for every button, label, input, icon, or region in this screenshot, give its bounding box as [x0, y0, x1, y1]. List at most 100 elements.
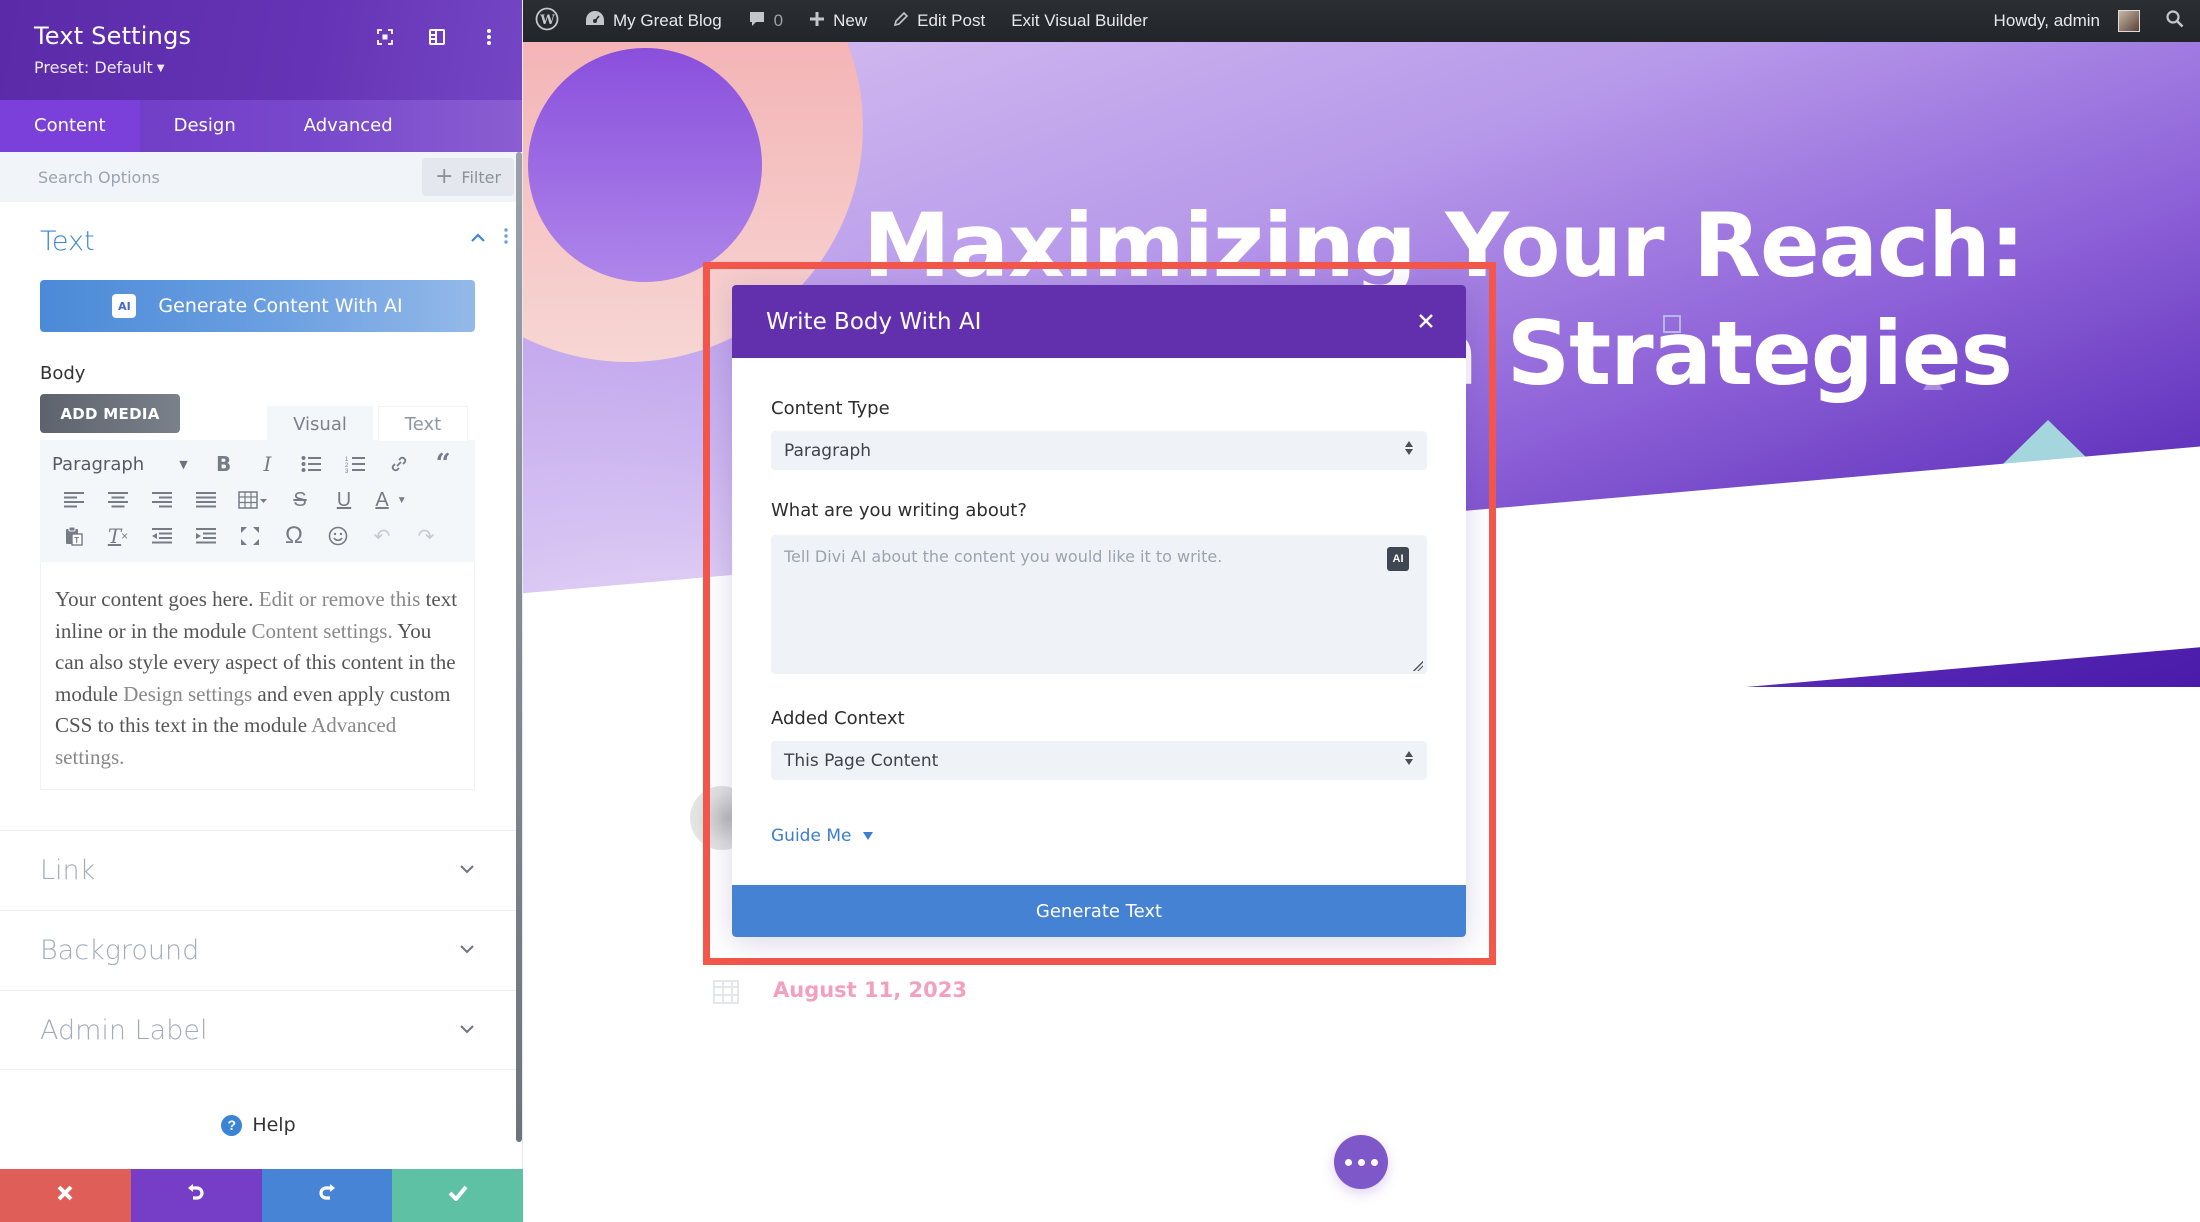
redo-icon [317, 1183, 337, 1208]
section-admin-label[interactable]: Admin Label [0, 990, 522, 1070]
caret-down-icon: ▼ [156, 63, 165, 74]
editor-text: Edit or remove this [253, 587, 421, 611]
text-section-header[interactable]: Text [40, 202, 482, 280]
help-link[interactable]: ? Help [0, 1114, 517, 1136]
generate-text-button[interactable]: Generate Text [732, 885, 1466, 937]
section-options-icon[interactable] [504, 228, 508, 249]
chevron-down-icon [460, 1021, 474, 1039]
blockquote-icon[interactable]: “ [421, 448, 465, 480]
indent-icon[interactable] [184, 520, 228, 552]
account-menu[interactable]: Howdy, admin [1981, 0, 2153, 42]
undo-button[interactable] [130, 1169, 262, 1222]
plus-icon [809, 11, 825, 32]
split-view-icon[interactable] [426, 26, 448, 48]
calendar-icon [713, 980, 739, 1004]
svg-text:T: T [74, 536, 79, 545]
fullscreen-icon[interactable] [374, 26, 396, 48]
underline-icon[interactable]: U [322, 484, 366, 516]
preset-dropdown[interactable]: Preset: Default ▼ [34, 58, 488, 77]
text-color-icon[interactable]: A ▼ [366, 484, 416, 516]
redo-edit-icon[interactable]: ↷ [404, 520, 448, 552]
chevron-up-icon[interactable] [470, 230, 486, 248]
align-right-icon[interactable] [140, 484, 184, 516]
writing-about-label: What are you writing about? [771, 500, 1027, 521]
new-content-link[interactable]: New [796, 0, 880, 42]
body-label: Body [40, 363, 86, 384]
edit-post-label: Edit Post [917, 11, 986, 30]
paste-as-text-icon[interactable]: T [52, 520, 96, 552]
comments-count: 0 [773, 11, 784, 30]
dashboard-icon [585, 10, 605, 33]
content-type-select[interactable]: Paragraph [771, 431, 1427, 470]
section-link[interactable]: Link [0, 830, 522, 910]
save-button[interactable] [392, 1169, 523, 1222]
wordpress-logo-button[interactable]: W [523, 0, 572, 42]
panel-scrollbar[interactable] [516, 152, 522, 1142]
align-justify-icon[interactable] [184, 484, 228, 516]
ai-icon[interactable]: AI [1387, 547, 1409, 571]
dot-icon [1344, 1158, 1352, 1166]
select-arrows-icon [1405, 751, 1413, 765]
site-name-link[interactable]: My Great Blog [572, 0, 735, 42]
format-select-value: Paragraph [52, 453, 145, 475]
builder-options-button[interactable] [1334, 1135, 1388, 1189]
tab-visual[interactable]: Visual [267, 406, 373, 442]
bold-icon[interactable]: B [202, 448, 246, 480]
settings-tabs: Content Design Advanced [0, 100, 522, 152]
align-center-icon[interactable] [96, 484, 140, 516]
emoji-icon[interactable] [316, 520, 360, 552]
guide-me-toggle[interactable]: Guide Me [771, 826, 1427, 846]
purple-circle-shape [528, 48, 762, 282]
table-icon[interactable] [228, 484, 278, 516]
filter-button[interactable]: + Filter [422, 158, 514, 196]
tab-advanced[interactable]: Advanced [270, 100, 427, 152]
close-icon [57, 1185, 73, 1206]
chevron-down-icon [460, 941, 474, 959]
content-type-label: Content Type [771, 398, 890, 419]
generate-content-ai-button[interactable]: AI Generate Content With AI [40, 280, 475, 332]
align-left-icon[interactable] [52, 484, 96, 516]
settings-panel: Text Settings Preset: Default ▼ Content D… [0, 0, 523, 1222]
exit-visual-builder-link[interactable]: Exit Visual Builder [998, 0, 1161, 42]
editor-text: Design settings [118, 681, 253, 706]
caret-down-icon: ▼ [179, 457, 188, 471]
body-editor[interactable]: Your content goes here. Edit or remove t… [40, 562, 475, 790]
tab-content[interactable]: Content [0, 100, 140, 152]
exit-builder-label: Exit Visual Builder [1011, 11, 1148, 30]
help-label: Help [252, 1114, 296, 1136]
edit-post-link[interactable]: Edit Post [880, 0, 998, 42]
fullscreen-editor-icon[interactable] [228, 520, 272, 552]
resize-handle-icon[interactable] [1413, 661, 1423, 671]
search-button[interactable] [2153, 0, 2200, 42]
tab-text[interactable]: Text [378, 406, 468, 442]
italic-icon[interactable]: I [246, 448, 290, 480]
strikethrough-icon[interactable]: S [278, 484, 322, 516]
added-context-select[interactable]: This Page Content [771, 741, 1427, 780]
text-section: Text AI Generate Content With AI Body AD… [0, 202, 522, 790]
modal-header: Write Body With AI [732, 285, 1466, 358]
writing-about-textarea[interactable] [771, 535, 1427, 674]
redo-button[interactable] [261, 1169, 393, 1222]
comments-link[interactable]: 0 [735, 0, 796, 42]
wp-admin-bar: W My Great Blog 0 New Edit Post Exit Vis… [523, 0, 2200, 42]
search-options-input[interactable] [38, 167, 378, 187]
undo-edit-icon[interactable]: ↶ [360, 520, 404, 552]
link-icon[interactable] [377, 448, 421, 480]
added-context-label: Added Context [771, 708, 905, 729]
special-character-icon[interactable]: Ω [272, 520, 316, 552]
checkmark-icon [448, 1185, 468, 1206]
search-row: + Filter [0, 152, 522, 202]
site-name: My Great Blog [613, 11, 722, 30]
tab-design[interactable]: Design [140, 100, 270, 152]
clear-formatting-icon[interactable]: T × [96, 520, 140, 552]
numbered-list-icon[interactable]: 123 [333, 448, 377, 480]
discard-button[interactable] [0, 1169, 131, 1222]
format-select[interactable]: Paragraph ▼ [52, 454, 202, 475]
bullet-list-icon[interactable] [289, 448, 333, 480]
added-context-value: This Page Content [784, 750, 939, 771]
more-options-icon[interactable] [478, 26, 500, 48]
close-icon[interactable] [1412, 307, 1440, 335]
outdent-icon[interactable] [140, 520, 184, 552]
add-media-button[interactable]: ADD MEDIA [40, 394, 180, 433]
section-background[interactable]: Background [0, 910, 522, 990]
